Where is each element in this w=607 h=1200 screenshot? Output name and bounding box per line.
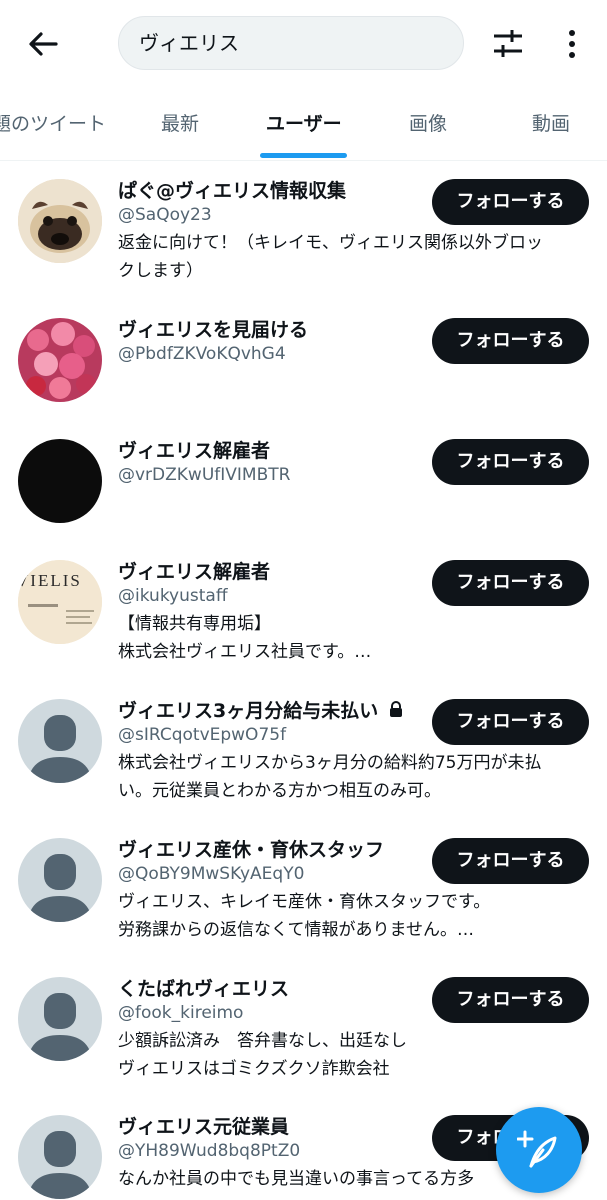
sliders-icon xyxy=(494,30,522,57)
user-handle: @sIRCqotvEpwO75f xyxy=(118,725,287,745)
tab-videos[interactable]: 動画 xyxy=(532,88,570,160)
document-avatar-image: VIELIS xyxy=(18,560,102,644)
bio-line: なんか社員の中でも見当違いの事言ってる方多 xyxy=(118,1169,475,1189)
tab-latest[interactable]: 最新 xyxy=(161,88,199,160)
tab-photos[interactable]: 画像 xyxy=(409,88,447,160)
active-tab-indicator xyxy=(260,153,347,158)
flower-bouquet-avatar-image xyxy=(18,318,102,402)
avatar[interactable] xyxy=(18,1115,102,1199)
bio-line: 返金に向けて！（キレイモ、ヴィエリス関係以外ブロッ xyxy=(118,233,543,253)
user-display-name[interactable]: ヴィエリス元従業員 xyxy=(118,1115,289,1139)
user-handle: @SaQoy23 xyxy=(118,205,212,225)
more-options-button[interactable] xyxy=(556,24,588,64)
user-bio: 株式会社ヴィエリスから3ヶ月分の給料約75万円が未払 い。元従業員とわかる方かつ… xyxy=(118,749,588,805)
user-display-name[interactable]: ぱぐ@ヴィエリス情報収集 xyxy=(118,179,346,203)
avatar[interactable] xyxy=(18,439,102,523)
user-display-name-text: ヴィエリス3ヶ月分給与未払い xyxy=(118,700,379,722)
avatar[interactable] xyxy=(18,699,102,783)
bio-line: ヴィエリス、キレイモ産休・育休スタッフです。 xyxy=(118,892,491,912)
user-handle: @vrDZKwUfIVIMBTR xyxy=(118,465,291,485)
user-display-name[interactable]: ヴィエリス解雇者 xyxy=(118,560,270,584)
avatar[interactable] xyxy=(18,838,102,922)
avatar[interactable] xyxy=(18,318,102,402)
bio-line: 少額訴訟済み 答弁書なし、出廷なし xyxy=(118,1031,407,1051)
search-input[interactable]: ヴィエリス xyxy=(118,16,464,70)
search-settings-button[interactable] xyxy=(488,24,528,64)
user-bio: 【情報共有専用垢】 株式会社ヴィエリス社員です。… xyxy=(118,610,588,666)
default-profile-icon xyxy=(28,854,92,922)
default-profile-icon xyxy=(28,715,92,783)
user-display-name[interactable]: くたばれヴィエリス xyxy=(118,977,289,1001)
lock-icon xyxy=(389,701,402,717)
bio-line: ヴィエリスはゴミクズクソ詐欺会社 xyxy=(118,1059,390,1079)
avatar-logo-text: VIELIS xyxy=(18,571,82,590)
user-display-name[interactable]: ヴィエリス産休・育休スタッフ xyxy=(118,838,384,862)
user-handle: @fook_kireimo xyxy=(118,1003,244,1023)
default-profile-icon xyxy=(28,1131,92,1199)
follow-button[interactable]: フォローする xyxy=(432,699,589,745)
follow-button[interactable]: フォローする xyxy=(432,977,589,1023)
user-handle: @ikukyustaff xyxy=(118,586,228,606)
tab-top[interactable]: 題のツイート xyxy=(0,88,106,160)
bio-line: 【情報共有専用垢】 xyxy=(118,614,271,634)
search-tabs: 題のツイート 最新 ユーザー 画像 動画 xyxy=(0,88,607,161)
follow-button[interactable]: フォローする xyxy=(432,560,589,606)
bio-line: クします） xyxy=(118,261,203,281)
user-display-name[interactable]: ヴィエリス解雇者 xyxy=(118,439,270,463)
bio-line: 労務課からの返信なくて情報がありません。… xyxy=(118,920,474,940)
user-display-name[interactable]: ヴィエリス3ヶ月分給与未払い xyxy=(118,699,403,723)
user-handle: @PbdfZKVoKQvhG4 xyxy=(118,344,286,364)
tab-people[interactable]: ユーザー xyxy=(266,88,342,160)
top-bar: ヴィエリス xyxy=(0,0,607,88)
avatar[interactable]: VIELIS xyxy=(18,560,102,644)
follow-button[interactable]: フォローする xyxy=(432,838,589,884)
compose-tweet-button[interactable] xyxy=(496,1107,582,1193)
follow-button[interactable]: フォローする xyxy=(432,318,589,364)
user-bio: なんか社員の中でも見当違いの事言ってる方多 xyxy=(118,1165,498,1193)
more-vertical-icon xyxy=(569,30,575,58)
avatar[interactable] xyxy=(18,977,102,1061)
pug-avatar-image xyxy=(18,179,102,263)
user-handle: @QoBY9MwSKyAEqY0 xyxy=(118,864,305,884)
follow-button[interactable]: フォローする xyxy=(432,179,589,225)
user-bio: ヴィエリス、キレイモ産休・育休スタッフです。 労務課からの返信なくて情報がありま… xyxy=(118,888,588,944)
avatar[interactable] xyxy=(18,179,102,263)
follow-button[interactable]: フォローする xyxy=(432,439,589,485)
user-display-name[interactable]: ヴィエリスを見届ける xyxy=(118,318,308,342)
user-handle: @YH89Wud8bq8PtZ0 xyxy=(118,1141,301,1161)
default-profile-icon xyxy=(28,993,92,1061)
arrow-left-icon xyxy=(29,32,58,56)
user-bio: 少額訴訟済み 答弁書なし、出廷なし ヴィエリスはゴミクズクソ詐欺会社 xyxy=(118,1027,588,1083)
bio-line: い。元従業員とわかる方かつ相互のみ可。 xyxy=(118,781,441,801)
bio-line: 株式会社ヴィエリスから3ヶ月分の給料約75万円が未払 xyxy=(118,753,542,773)
bio-line: 株式会社ヴィエリス社員です。… xyxy=(118,642,372,662)
compose-tweet-icon xyxy=(517,1130,557,1168)
back-button[interactable] xyxy=(22,24,64,64)
user-bio: 返金に向けて！（キレイモ、ヴィエリス関係以外ブロッ クします） xyxy=(118,229,588,285)
